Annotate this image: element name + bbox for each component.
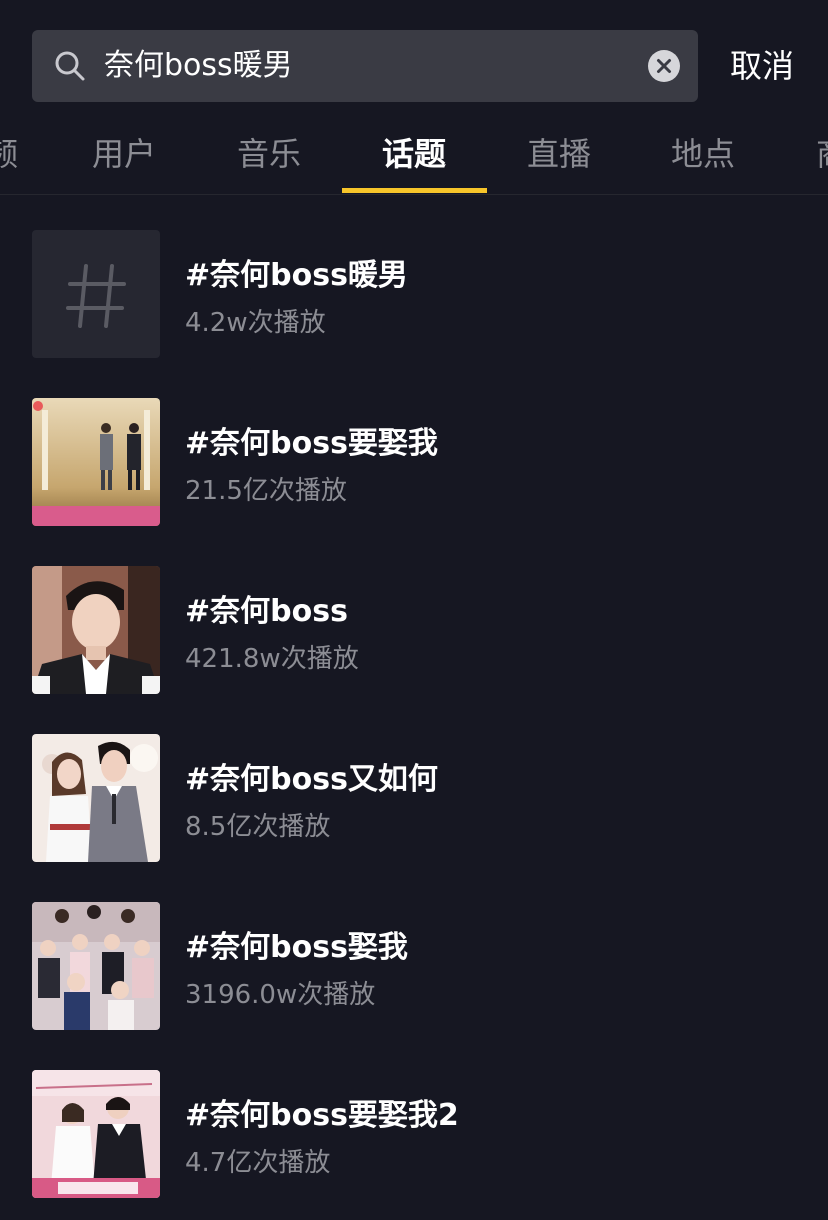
play-count: 21.5亿次播放: [185, 476, 347, 506]
search-icon: [55, 51, 85, 81]
topic-cover-image: [32, 1070, 160, 1198]
topic-title: #奈何boss要娶我2: [185, 1098, 459, 1133]
play-count: 3196.0w次播放: [185, 980, 376, 1010]
topic-cover-image: [32, 566, 160, 694]
topic-cover-image: [32, 398, 160, 526]
search-results-screen: 奈何boss暖男 取消 频 用户 音乐 话题 直播 地点 商: [0, 0, 828, 1220]
hashtag-icon: [32, 230, 160, 358]
topic-cover-image: [32, 734, 160, 862]
list-item[interactable]: #奈何boss要娶我 21.5亿次播放: [0, 362, 828, 530]
tab-shop[interactable]: 商: [816, 120, 828, 190]
tab-users[interactable]: 用户: [92, 120, 156, 190]
play-count: 4.7亿次播放: [185, 1148, 331, 1178]
tab-music[interactable]: 音乐: [237, 120, 301, 190]
topic-title: #奈何boss要娶我: [185, 426, 438, 461]
topic-title: #奈何boss: [185, 594, 348, 629]
topic-title: #奈何boss娶我: [185, 930, 408, 965]
search-header: 奈何boss暖男 取消: [0, 0, 828, 120]
tab-video[interactable]: 频: [0, 120, 18, 190]
clear-search-icon[interactable]: [648, 50, 680, 82]
category-tabs: 频 用户 音乐 话题 直播 地点 商: [0, 120, 828, 195]
list-item[interactable]: #奈何boss 421.8w次播放: [0, 530, 828, 698]
list-item[interactable]: #奈何boss娶我 3196.0w次播放: [0, 866, 828, 1034]
play-count: 421.8w次播放: [185, 644, 359, 674]
list-item[interactable]: #奈何boss又如何 8.5亿次播放: [0, 698, 828, 866]
search-input[interactable]: 奈何boss暖男: [32, 30, 698, 102]
tab-topics[interactable]: 话题: [382, 120, 446, 190]
tab-places[interactable]: 地点: [671, 120, 735, 190]
cancel-button[interactable]: 取消: [730, 30, 794, 102]
tab-live[interactable]: 直播: [527, 120, 591, 190]
search-query-text: 奈何boss暖男: [104, 48, 293, 83]
topic-cover-image: [32, 902, 160, 1030]
play-count: 4.2w次播放: [185, 308, 326, 338]
list-item[interactable]: #奈何boss要娶我2 4.7亿次播放: [0, 1034, 828, 1202]
list-item[interactable]: #奈何boss暖男 4.2w次播放: [0, 194, 828, 362]
topic-title: #奈何boss又如何: [185, 762, 438, 797]
play-count: 8.5亿次播放: [185, 812, 331, 842]
active-tab-indicator: [342, 188, 487, 193]
topic-title: #奈何boss暖男: [185, 258, 408, 293]
